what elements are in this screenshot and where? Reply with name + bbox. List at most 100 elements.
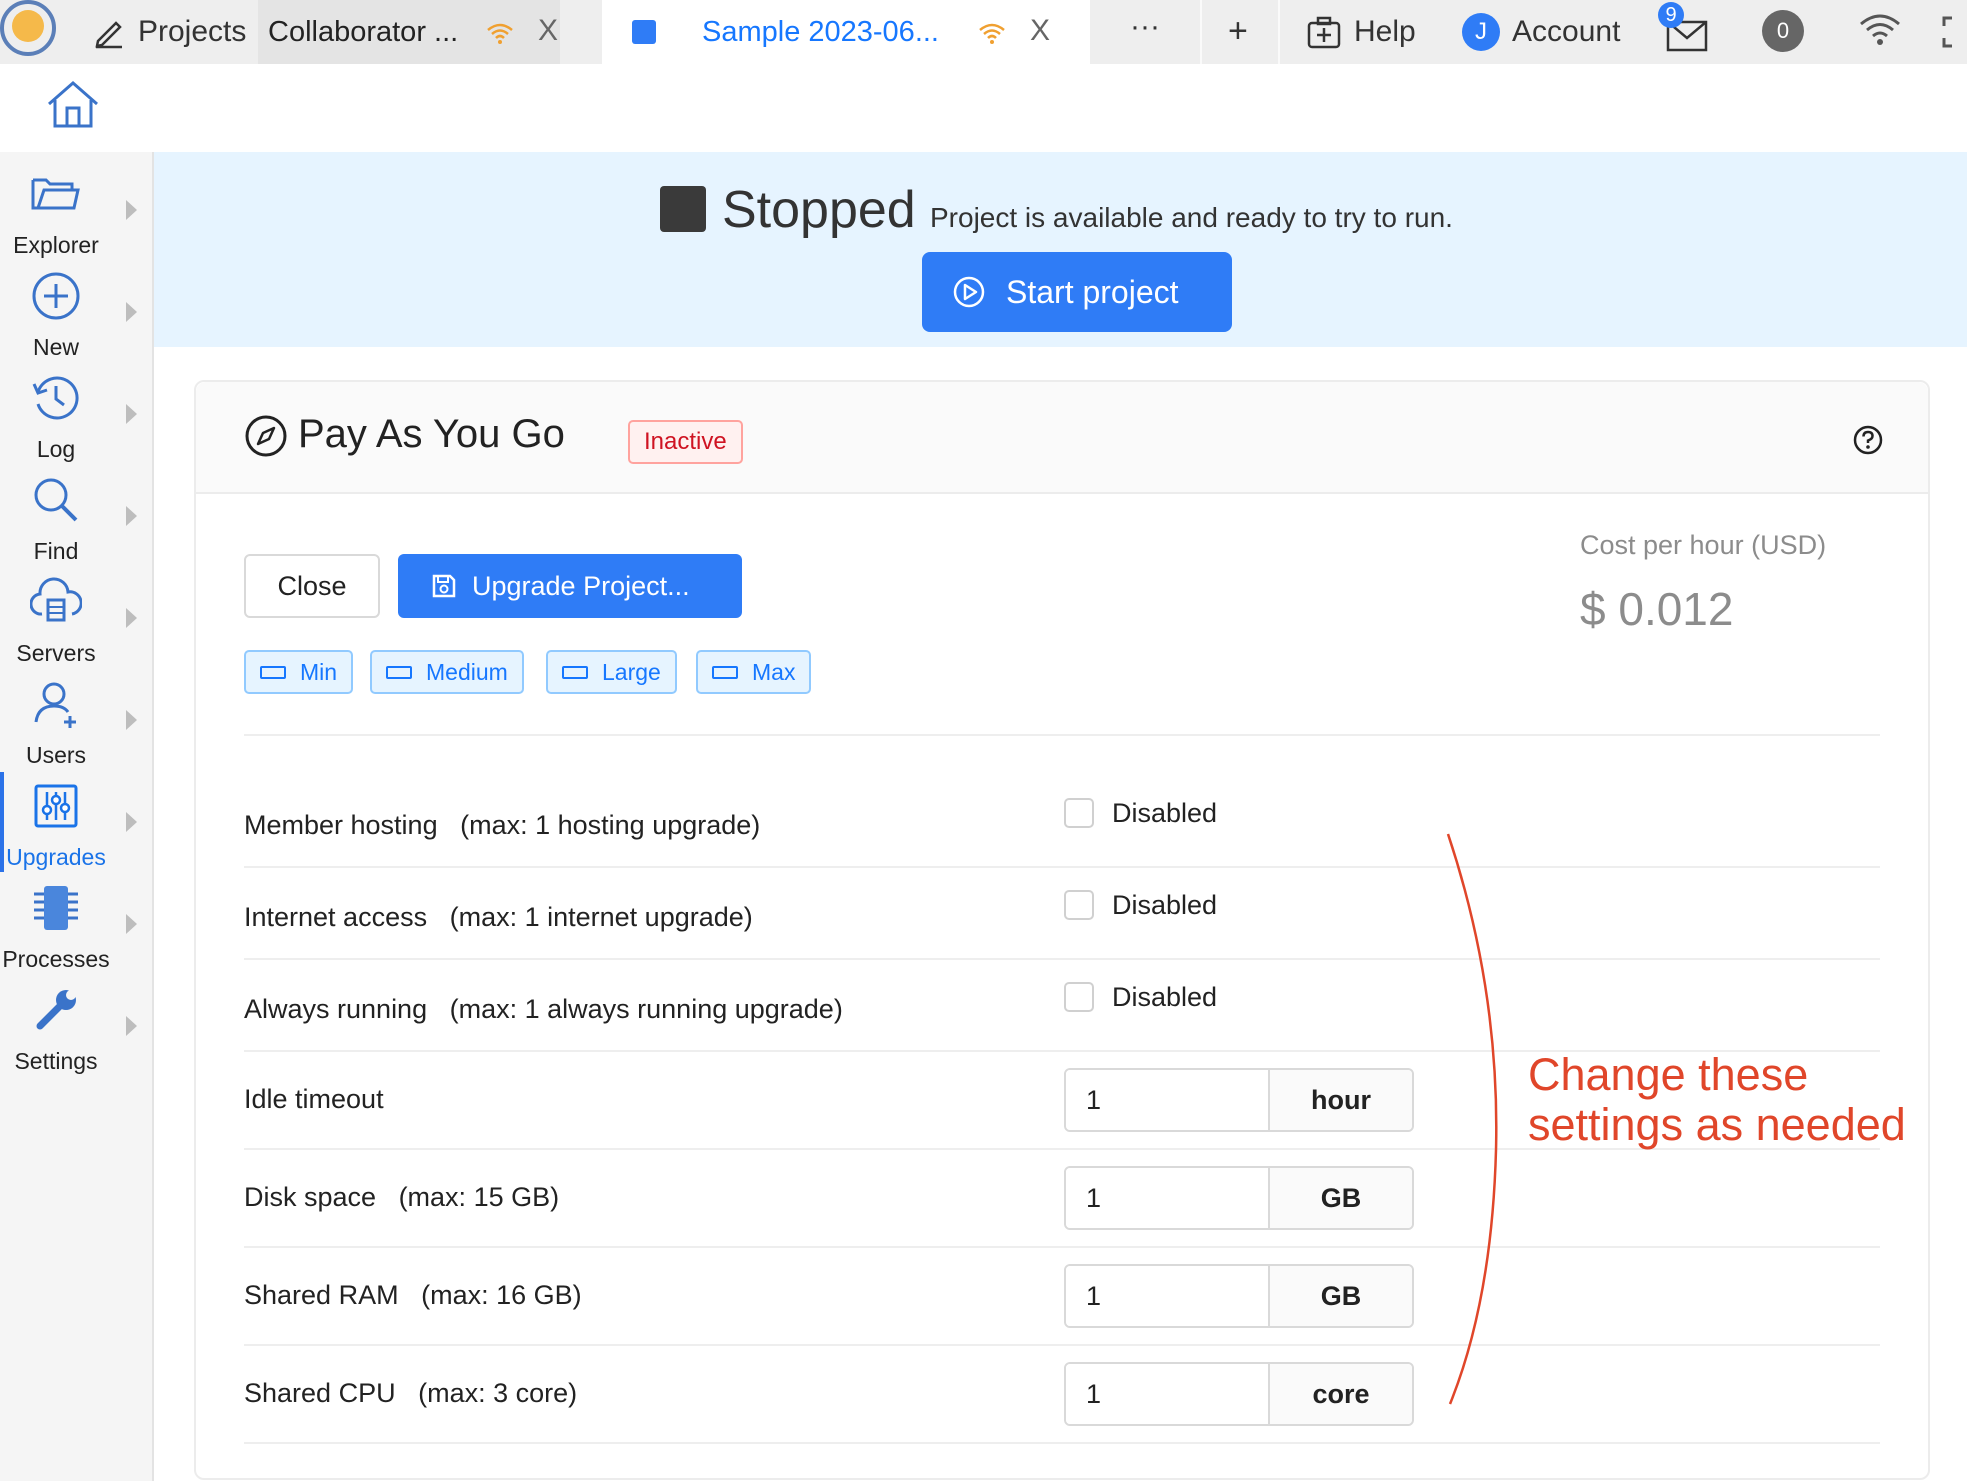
divider [244,1344,1880,1346]
shared-ram-input[interactable] [1066,1266,1268,1326]
disk-space-label: Disk space (max: 15 GB) [244,1182,560,1212]
cost-label: Cost per hour (USD) [1580,530,1827,560]
compass-icon [245,415,287,457]
tab-sample[interactable]: Sample 2023-06... X [602,0,1090,64]
annotation-bracket [1446,833,1498,1405]
expand-arrow-icon[interactable] [126,914,137,934]
disk-space-field: GB [1064,1166,1414,1230]
close-tab-icon[interactable]: X [538,14,558,48]
sidebar-item-explorer[interactable]: Explorer [0,162,152,264]
idle-timeout-field: hour [1064,1068,1414,1132]
member-hosting-checkbox[interactable] [1064,798,1094,828]
app-logo-icon[interactable] [0,0,60,60]
pay-as-you-go-card: Pay As You Go Inactive Close Upgrade Pro… [194,380,1930,1480]
tab-title: Sample 2023-06... [702,15,939,48]
battery-full-icon [712,665,738,679]
sidebar-item-users[interactable]: Users [0,672,152,774]
divider [244,866,1880,868]
avatar: J [1462,13,1500,51]
question-circle-icon[interactable] [1852,424,1884,456]
preset-label: Max [752,658,796,685]
wifi-icon [487,23,513,44]
notifications-count[interactable]: 0 [1762,10,1804,52]
sidebar-item-label: Log [36,436,76,462]
home-row [0,64,1967,152]
disk-space-input[interactable] [1066,1168,1268,1228]
close-button[interactable]: Close [244,554,380,618]
folder-open-icon [31,178,80,210]
annotation-line: settings as needed [1528,1099,1906,1150]
expand-arrow-icon[interactable] [126,506,137,526]
square-icon [632,20,656,44]
preset-large-button[interactable]: Large [546,650,677,694]
annotation-line: Change these [1528,1049,1809,1100]
sidebar-item-find[interactable]: Find [0,468,152,570]
close-tab-icon[interactable]: X [1030,14,1050,48]
battery-half-icon [386,665,412,679]
shared-cpu-input[interactable] [1066,1364,1268,1424]
fullscreen-icon[interactable] [1940,14,1964,50]
upgrade-project-button[interactable]: Upgrade Project... [398,554,742,618]
expand-arrow-icon[interactable] [126,1016,137,1036]
help-button[interactable]: Help [1306,0,1416,64]
divider [244,1442,1880,1444]
preset-label: Large [602,658,661,685]
preset-min-button[interactable]: Min [244,650,354,694]
shared-ram-field: GB [1064,1264,1414,1328]
help-label: Help [1354,15,1416,48]
status-title: Stopped [722,181,916,239]
history-icon [32,376,79,420]
sidebar-item-servers[interactable]: Servers [0,570,152,672]
tab-collaborator[interactable]: Collaborator ... X [258,0,560,64]
sidebar-item-upgrades[interactable]: Upgrades [0,772,152,876]
save-icon [432,574,456,598]
projects-tab[interactable]: Projects [92,0,246,64]
card-title: Pay As You Go [298,412,565,456]
member-hosting-label: Member hosting (max: 1 hosting upgrade) [244,810,761,840]
expand-arrow-icon[interactable] [126,200,137,220]
new-tab-button[interactable]: + [1228,12,1248,51]
preset-max-button[interactable]: Max [696,650,812,694]
wifi-icon [979,23,1005,44]
sidebar-item-new[interactable]: New [0,264,152,366]
unit-label: GB [1268,1168,1412,1228]
battery-low-icon [260,665,286,679]
sidebar-item-label: New [32,334,79,360]
expand-arrow-icon[interactable] [126,404,137,424]
sidebar-item-label: Upgrades [6,844,106,870]
always-running-checkbox[interactable] [1064,982,1094,1012]
sidebar-item-label: Find [33,538,79,564]
expand-arrow-icon[interactable] [126,608,137,628]
account-button[interactable]: J Account [1462,0,1620,64]
expand-arrow-icon[interactable] [126,302,137,322]
mail-badge: 9 [1658,2,1684,28]
internet-access-checkbox[interactable] [1064,890,1094,920]
projects-label: Projects [138,15,247,48]
users-icon [34,682,76,728]
card-header: Pay As You Go Inactive [196,382,1928,494]
idle-timeout-input[interactable] [1066,1070,1268,1130]
start-project-label: Start project [1006,273,1179,310]
top-bar: Projects Collaborator ... X Sample 2023-… [0,0,1967,64]
start-project-button[interactable]: Start project [922,252,1232,332]
plus-circle-icon [32,272,80,320]
wifi-icon [1860,14,1900,45]
divider [1200,0,1202,64]
more-tabs-button[interactable]: ··· [1130,10,1160,44]
home-icon[interactable] [46,80,100,130]
shared-cpu-field: core [1064,1362,1414,1426]
sliders-icon [34,784,78,828]
expand-arrow-icon[interactable] [126,812,137,832]
messages-button[interactable]: 9 [1658,2,1712,54]
expand-arrow-icon[interactable] [126,710,137,730]
sidebar-item-settings[interactable]: Settings [0,978,152,1080]
sidebar-item-label: Users [25,742,87,768]
tab-title: Collaborator ... [268,15,459,48]
play-circle-icon [953,276,985,308]
sidebar-item-log[interactable]: Log [0,366,152,468]
always-running-state: Disabled [1112,982,1218,1012]
sidebar-item-processes[interactable]: Processes [0,876,152,978]
unit-label: core [1268,1364,1412,1424]
sidebar-item-label: Processes [2,946,110,972]
preset-medium-button[interactable]: Medium [370,650,524,694]
